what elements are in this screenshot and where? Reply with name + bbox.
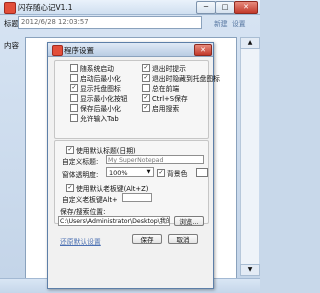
checkbox-allow-tab[interactable]: 允许输入Tab <box>70 113 119 123</box>
bgcolor-label: 背景色 <box>167 169 188 178</box>
dialog-close-button[interactable]: ✕ <box>194 44 212 56</box>
custom-title-label: 自定义标题: <box>62 158 99 166</box>
checkbox-label: 退出时提示 <box>152 64 186 73</box>
checkbox-enable-search[interactable]: ✓ 启用搜索 <box>142 103 180 113</box>
checkbox-box[interactable]: ✓ <box>70 83 78 92</box>
checkbox-box[interactable]: ✓ <box>142 73 150 82</box>
checkbox-tray-icon[interactable]: ✓ 显示托盘图标 <box>70 83 121 93</box>
save-path-label: 保存/搜索位置: <box>60 208 106 216</box>
checkbox-label: 退出时隐藏到托盘图标 <box>152 74 220 83</box>
settings-link[interactable]: 设置 <box>232 18 246 28</box>
checkbox-box[interactable] <box>70 73 78 82</box>
checkbox-exit-prompt[interactable]: ✓ 退出时提示 <box>142 63 186 73</box>
custom-hotkey-label: 自定义老板键Alt+ <box>62 196 118 204</box>
checkbox-start-minimized[interactable]: 启动后最小化 <box>70 73 121 83</box>
content-label: 内容 <box>4 41 19 50</box>
checkbox-label: 启用搜索 <box>152 104 180 113</box>
checkbox-default-title[interactable]: ✓ 使用默认标题(日期) <box>66 145 136 155</box>
title-input[interactable]: 2012/6/28 12:03:57 <box>18 16 202 29</box>
app-icon <box>4 2 16 14</box>
checkbox-box[interactable]: ✓ <box>142 103 150 112</box>
cancel-button[interactable]: 取消 <box>168 234 198 244</box>
checkbox-ctrl-s-save[interactable]: ✓ Ctrl+S保存 <box>142 93 188 103</box>
checkbox-box[interactable] <box>70 103 78 112</box>
checkbox-label: Ctrl+S保存 <box>152 94 188 103</box>
checkbox-hide-to-tray[interactable]: ✓ 退出时隐藏到托盘图标 <box>142 73 220 83</box>
checkbox-box[interactable] <box>70 93 78 102</box>
scroll-down-button[interactable]: ▼ <box>240 264 260 276</box>
checkbox-minimize-button[interactable]: 显示最小化按钮 <box>70 93 128 103</box>
window-title: 闪存随心记V1.1 <box>18 3 73 12</box>
checkbox-box[interactable] <box>70 63 78 72</box>
close-button[interactable]: ✕ <box>234 1 258 14</box>
checkbox-minimize-after-save[interactable]: 保存后最小化 <box>70 103 121 113</box>
checkbox-bgcolor[interactable]: ✓ 背景色 <box>157 168 188 178</box>
browse-button[interactable]: 浏览... <box>174 216 204 226</box>
checkbox-auto-start[interactable]: 随系统启动 <box>70 63 114 73</box>
checkbox-label: 总在前端 <box>152 84 180 93</box>
checkbox-label: 显示最小化按钮 <box>80 94 128 103</box>
save-button[interactable]: 保存 <box>132 234 162 244</box>
checkbox-label: 使用默认老板键(Alt+Z) <box>76 184 149 193</box>
opacity-select[interactable]: 100% ▼ <box>106 167 154 177</box>
checkbox-label: 保存后最小化 <box>80 104 121 113</box>
opacity-label: 窗体透明度: <box>62 171 99 179</box>
new-link[interactable]: 新建 <box>214 18 228 28</box>
checkbox-box[interactable]: ✓ <box>142 93 150 102</box>
title-label: 标题 <box>4 19 19 28</box>
checkbox-box[interactable]: ✓ <box>66 145 74 154</box>
checkbox-box[interactable] <box>142 83 150 92</box>
custom-title-input[interactable]: My SuperNotepad <box>106 155 204 164</box>
right-panel <box>240 37 259 272</box>
scroll-up-button[interactable]: ▲ <box>240 37 260 49</box>
checkbox-default-hotkey[interactable]: ✓ 使用默认老板键(Alt+Z) <box>66 183 149 193</box>
checkbox-label: 使用默认标题(日期) <box>76 146 136 155</box>
checkbox-box[interactable]: ✓ <box>157 168 165 177</box>
checkbox-box[interactable]: ✓ <box>66 183 74 192</box>
checkbox-label: 允许输入Tab <box>80 114 119 123</box>
dialog-titlebar: 程序设置 ✕ <box>48 43 213 57</box>
dialog-title: 程序设置 <box>64 46 94 55</box>
opacity-value: 100% <box>109 169 128 177</box>
settings-dialog: 程序设置 ✕ 随系统启动 ✓ 退出时提示 启动后最小化 ✓ 退出时隐藏到托盘图标 ✓… <box>47 42 220 289</box>
checkbox-label: 随系统启动 <box>80 64 114 73</box>
save-path-input[interactable]: C:\Users\Administrator\Desktop\我的记 <box>58 216 170 226</box>
minimize-button[interactable]: ─ <box>196 1 216 14</box>
custom-hotkey-input[interactable] <box>122 193 152 202</box>
window-titlebar: 闪存随心记V1.1 ─ □ ✕ <box>0 0 260 15</box>
maximize-button[interactable]: □ <box>215 1 235 14</box>
chevron-down-icon: ▼ <box>146 169 151 175</box>
dialog-icon <box>52 45 63 56</box>
checkbox-box[interactable] <box>70 113 78 122</box>
checkbox-label: 显示托盘图标 <box>80 84 121 93</box>
bgcolor-swatch[interactable] <box>196 168 208 177</box>
checkbox-label: 启动后最小化 <box>80 74 121 83</box>
restore-defaults-link[interactable]: 还原默认设置 <box>60 236 101 246</box>
checkbox-box[interactable]: ✓ <box>142 63 150 72</box>
checkbox-always-on-top[interactable]: 总在前端 <box>142 83 180 93</box>
